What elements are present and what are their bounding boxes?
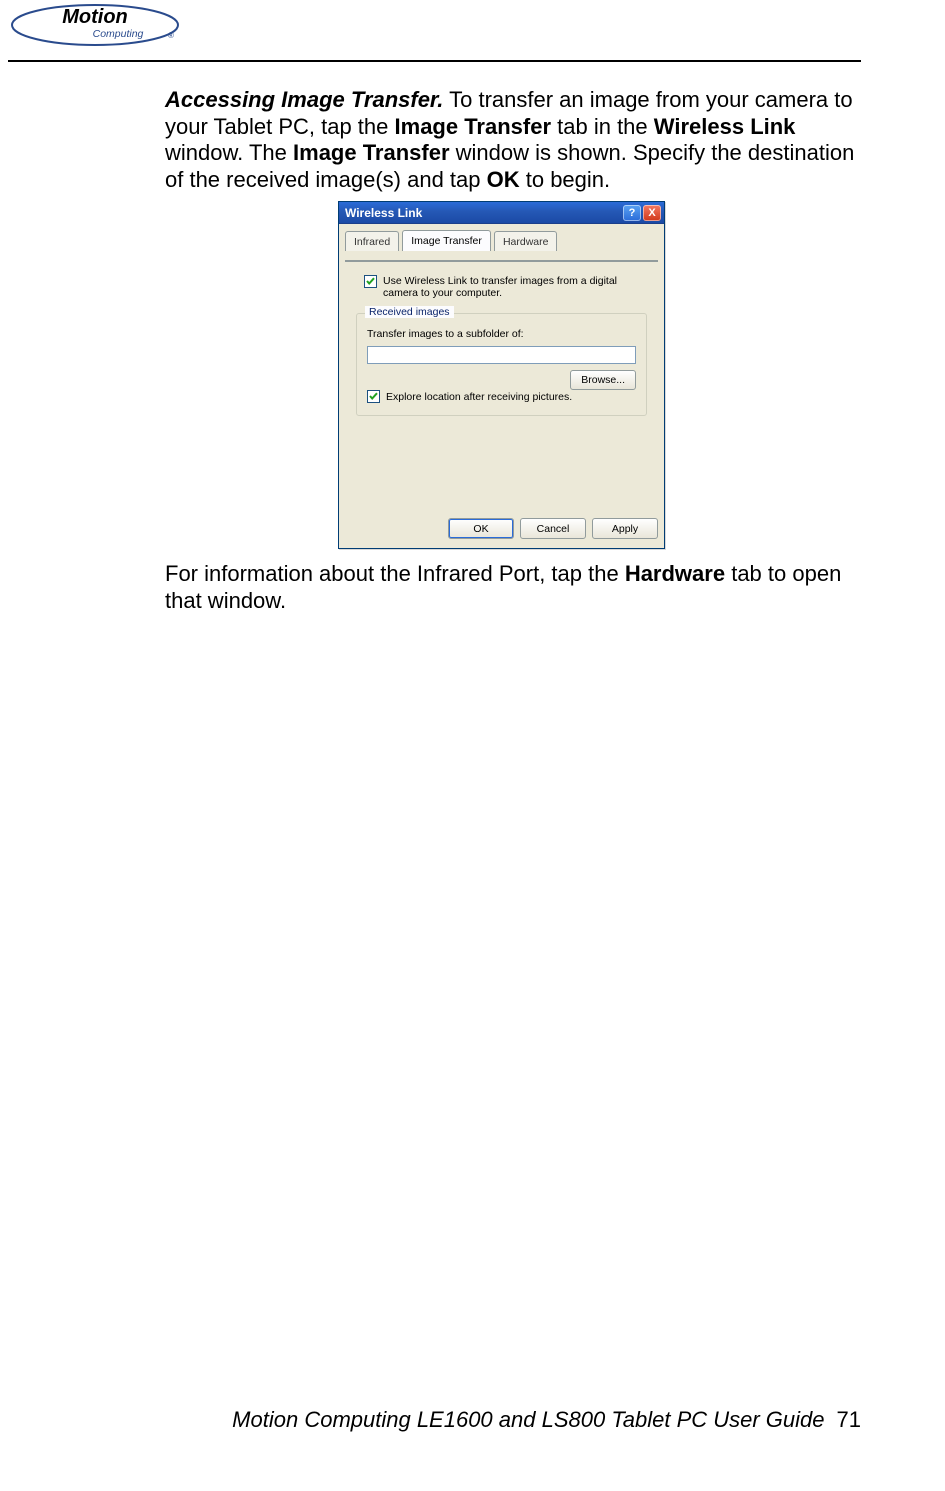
- checkbox-explore-location[interactable]: Explore location after receiving picture…: [367, 390, 636, 403]
- paragraph-accessing-image-transfer: Accessing Image Transfer. To transfer an…: [165, 87, 865, 193]
- para1-text-b: tab in the: [551, 114, 654, 139]
- received-images-legend: Received images: [365, 306, 454, 318]
- svg-text:Motion: Motion: [62, 6, 128, 28]
- checkbox-use-wireless-link[interactable]: Use Wireless Link to transfer images fro…: [364, 275, 647, 299]
- close-button[interactable]: X: [643, 205, 661, 221]
- footer-title: Motion Computing LE1600 and LS800 Tablet…: [232, 1407, 824, 1432]
- transfer-subfolder-input[interactable]: [367, 346, 636, 364]
- close-icon: X: [648, 207, 655, 219]
- tab-panel-image-transfer: Use Wireless Link to transfer images fro…: [345, 260, 658, 262]
- brand-sub: Computing: [93, 28, 144, 40]
- browse-button[interactable]: Browse...: [570, 370, 636, 390]
- checkmark-icon: [368, 391, 379, 402]
- svg-text:Computing: Computing: [93, 28, 144, 40]
- checkbox-use-wireless-label: Use Wireless Link to transfer images fro…: [383, 275, 647, 299]
- brand-main: Motion: [62, 6, 128, 28]
- transfer-subfolder-label: Transfer images to a subfolder of:: [367, 328, 636, 340]
- para2-text-a: For information about the Infrared Port,…: [165, 561, 625, 586]
- para1-bold-ok: OK: [487, 167, 520, 192]
- tab-strip: Infrared Image Transfer Hardware Use Wir…: [339, 230, 664, 254]
- svg-text:®: ®: [168, 31, 174, 40]
- para1-text-c: window. The: [165, 140, 293, 165]
- dialog-button-row: OK Cancel Apply: [339, 518, 658, 542]
- wireless-link-dialog: Wireless Link ? X Infrared Image Transfe…: [338, 201, 665, 549]
- checkbox-explore-label: Explore location after receiving picture…: [386, 391, 572, 403]
- header-rule: [8, 60, 861, 62]
- ok-button[interactable]: OK: [448, 518, 514, 539]
- tab-hardware[interactable]: Hardware: [494, 231, 558, 251]
- checkbox-box-2: [367, 390, 380, 403]
- para2-bold-hardware: Hardware: [625, 561, 725, 586]
- para1-bold-wireless-link: Wireless Link: [654, 114, 796, 139]
- page-number: 71: [837, 1407, 861, 1432]
- tab-infrared[interactable]: Infrared: [345, 231, 399, 251]
- help-button[interactable]: ?: [623, 205, 641, 221]
- dialog-title: Wireless Link: [345, 206, 621, 220]
- tab-image-transfer[interactable]: Image Transfer: [402, 230, 491, 251]
- para1-text-e: to begin.: [520, 167, 611, 192]
- brand-logo: Motion Computing ®: [10, 2, 180, 48]
- received-images-group: Received images Transfer images to a sub…: [356, 313, 647, 416]
- help-icon: ?: [629, 207, 636, 219]
- brand-reg: ®: [168, 31, 174, 40]
- cancel-button[interactable]: Cancel: [520, 518, 586, 539]
- page-footer: Motion Computing LE1600 and LS800 Tablet…: [0, 1407, 861, 1433]
- checkmark-icon: [365, 276, 376, 287]
- dialog-titlebar[interactable]: Wireless Link ? X: [339, 202, 664, 224]
- paragraph-hardware-tab: For information about the Infrared Port,…: [165, 561, 865, 614]
- para1-lead: Accessing Image Transfer.: [165, 87, 443, 112]
- apply-button[interactable]: Apply: [592, 518, 658, 539]
- para1-bold-image-transfer: Image Transfer: [395, 114, 552, 139]
- checkbox-box: [364, 275, 377, 288]
- para1-bold-image-transfer-2: Image Transfer: [293, 140, 450, 165]
- document-page: Motion Computing ® Accessing Image Trans…: [0, 0, 945, 1491]
